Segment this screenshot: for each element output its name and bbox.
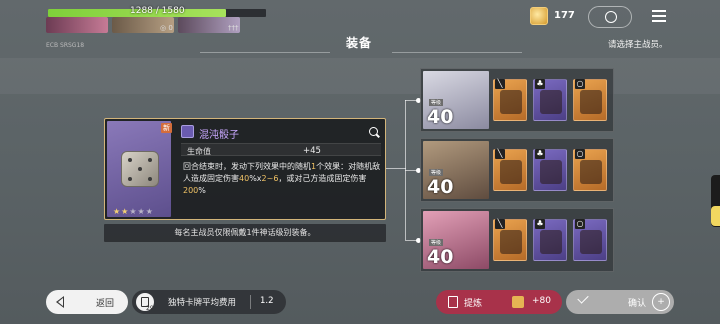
- armor-icon: ♣: [535, 219, 545, 229]
- gem-count: 177: [554, 10, 575, 21]
- deck-cost-panel: 29 独特卡牌平均费用 1.2: [132, 290, 286, 314]
- armor-slot[interactable]: ♣: [533, 149, 567, 191]
- divider: [250, 295, 251, 309]
- divider: [392, 52, 522, 53]
- equip-note: 每名主战员仅限佩戴1件神话级别装备。: [104, 224, 386, 242]
- plus-icon: +: [652, 293, 670, 311]
- level-value: 40: [427, 176, 454, 198]
- refine-button[interactable]: 提炼 +80: [436, 290, 562, 314]
- confirm-label: 确认: [628, 299, 647, 309]
- divider: [200, 52, 330, 53]
- confirm-button[interactable]: 确认 +: [566, 290, 674, 314]
- item-image: 新 ★★★★★: [107, 121, 172, 217]
- side-tab-highlight[interactable]: [711, 206, 720, 226]
- refine-label: 提炼: [464, 299, 483, 309]
- party-portrait: [46, 17, 108, 33]
- item-description: 回合结束时，发动下列效果中的随机1个效果：对随机敌人造成固定伤害40%x2~6，…: [183, 162, 381, 195]
- search-icon[interactable]: [367, 125, 381, 139]
- character-row[interactable]: 等级 40 ╲ ♣ ○: [420, 138, 614, 202]
- weapon-icon: ╲: [495, 79, 505, 89]
- new-badge: 新: [161, 123, 172, 133]
- accessory-slot[interactable]: ○: [573, 219, 607, 261]
- character-row[interactable]: 等级 40 ╲ ♣ ○: [420, 208, 614, 272]
- weapon-icon: ╲: [495, 149, 505, 159]
- rarity-stars: ★★★★★: [113, 207, 154, 216]
- deck-cost-value: 1.2: [260, 296, 274, 306]
- level-value: 40: [427, 106, 454, 128]
- item-card: 新 ★★★★★ 混沌骰子 生命值 +45 回合结束时，发动下列效果中的随机1个效…: [104, 118, 386, 220]
- refine-icon: [448, 296, 458, 308]
- level-label: 等级: [429, 239, 444, 246]
- weapon-slot[interactable]: ╲: [493, 79, 527, 121]
- accessory-slot[interactable]: ○: [573, 79, 607, 121]
- weapon-icon: ╲: [495, 219, 505, 229]
- ring-icon: ○: [575, 219, 585, 229]
- weapon-slot[interactable]: ╲: [493, 149, 527, 191]
- lock-button[interactable]: [588, 6, 632, 28]
- deck-count: 29: [146, 305, 154, 312]
- page-title: 装备: [346, 36, 373, 50]
- item-name: 混沌骰子: [199, 130, 239, 141]
- armor-icon: ♣: [535, 149, 545, 159]
- accessory-slot[interactable]: ○: [573, 149, 607, 191]
- party-stat: †††: [228, 24, 239, 32]
- level-label: 等级: [429, 169, 444, 176]
- ring-icon: [181, 125, 194, 138]
- check-icon: [577, 292, 589, 304]
- menu-icon[interactable]: [652, 10, 666, 22]
- hint-text: 请选择主战员。: [608, 40, 668, 50]
- hp-text: 1288 / 1580: [130, 6, 185, 16]
- ring-icon: ○: [575, 79, 585, 89]
- dice-icon: [121, 151, 159, 187]
- refine-cost: +80: [532, 296, 551, 306]
- level-label: 等级: [429, 99, 444, 106]
- deck-cost-label: 独特卡牌平均费用: [168, 298, 237, 308]
- character-row[interactable]: 等级 40 ╲ ♣ ○: [420, 68, 614, 132]
- gem-icon: [530, 7, 548, 25]
- armor-icon: ♣: [535, 79, 545, 89]
- back-label: 返回: [96, 299, 115, 309]
- lock-icon: [605, 11, 617, 23]
- stat-name: 生命值: [187, 147, 211, 156]
- armor-slot[interactable]: ♣: [533, 219, 567, 261]
- stat-value: +45: [303, 146, 321, 156]
- armor-slot[interactable]: ♣: [533, 79, 567, 121]
- stat-row: 生命值 +45: [181, 143, 381, 156]
- back-button[interactable]: 返回: [46, 290, 128, 314]
- ring-icon: ○: [575, 149, 585, 159]
- party-portraits: [46, 17, 240, 33]
- weapon-slot[interactable]: ╲: [493, 219, 527, 261]
- tiny-label: ECB SRSG18: [46, 42, 85, 49]
- back-arrow-icon: [56, 296, 64, 308]
- coin-icon: [512, 296, 524, 308]
- level-value: 40: [427, 246, 454, 268]
- party-stat: ◎ 0: [160, 24, 173, 32]
- connector-line: [386, 168, 406, 169]
